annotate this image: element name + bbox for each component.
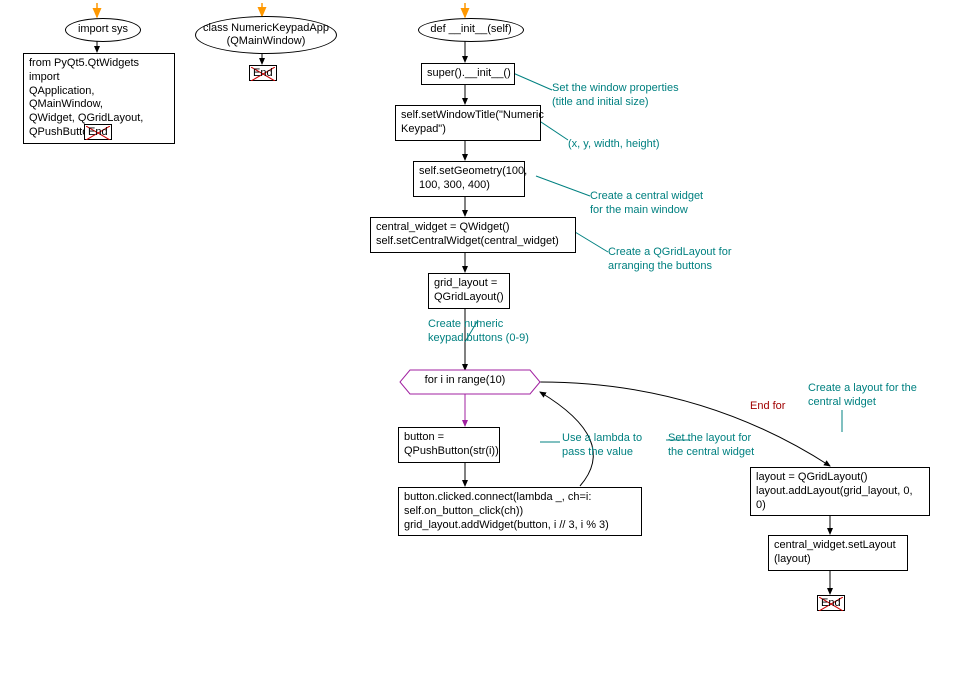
node-text: layout = QGridLayout() layout.addLayout(… (756, 471, 913, 511)
central-widget-node: central_widget = QWidget() self.setCentr… (370, 217, 576, 253)
end-label: End (88, 126, 108, 138)
node-text: self.setWindowTitle("Numeric Keypad") (401, 109, 544, 135)
node-text: super().__init__() (427, 67, 511, 79)
node-text: central_widget.setLayout (layout) (774, 539, 896, 565)
comment-text: Set the window properties (title and ini… (552, 82, 679, 108)
set-title-node: self.setWindowTitle("Numeric Keypad") (395, 105, 541, 141)
comment-text: (x, y, width, height) (568, 138, 660, 150)
comment-lambda: Use a lambda to pass the value (562, 432, 642, 460)
set-geometry-node: self.setGeometry(100, 100, 300, 400) (413, 161, 525, 197)
end-label: End (821, 597, 841, 609)
class-def-node: class NumericKeypadApp (QMainWindow) (195, 16, 337, 54)
def-init-node: def __init__(self) (418, 18, 524, 42)
comment-grid-layout: Create a QGridLayout for arranging the b… (608, 246, 732, 274)
end-for-label: End for (750, 400, 785, 412)
layout-node: layout = QGridLayout() layout.addLayout(… (750, 467, 930, 516)
comment-create-layout: Create a layout for the central widget (808, 382, 917, 410)
comment-text: Use a lambda to pass the value (562, 432, 642, 458)
node-text: self.setGeometry(100, 100, 300, 400) (419, 165, 527, 191)
comment-text: Create a layout for the central widget (808, 382, 917, 408)
set-layout-node: central_widget.setLayout (layout) (768, 535, 908, 571)
for-loop-node: for i in range(10) (400, 370, 530, 394)
button-create-node: button = QPushButton(str(i)) (398, 427, 500, 463)
comment-keypad-buttons: Create numeric keypad buttons (0-9) (428, 318, 529, 346)
comment-central-widget: Create a central widget for the main win… (590, 190, 703, 218)
end-node-1: End (84, 124, 112, 140)
node-text: central_widget = QWidget() self.setCentr… (376, 221, 559, 247)
node-text: grid_layout = QGridLayout() (434, 277, 504, 303)
node-text: button = QPushButton(str(i)) (404, 431, 499, 457)
comment-text: Set the layout for the central widget (668, 432, 754, 458)
end-label: End (253, 67, 273, 79)
comment-text: Create a central widget for the main win… (590, 190, 703, 216)
comment-text: Create a QGridLayout for arranging the b… (608, 246, 732, 272)
node-text: class NumericKeypadApp (QMainWindow) (203, 22, 329, 48)
end-node-2: End (249, 65, 277, 81)
import-sys-node: import sys (65, 18, 141, 42)
comment-text: Create numeric keypad buttons (0-9) (428, 318, 529, 344)
node-text: import sys (78, 23, 128, 36)
end-for-text: End for (750, 400, 785, 412)
grid-layout-node: grid_layout = QGridLayout() (428, 273, 510, 309)
comment-set-layout: Set the layout for the central widget (668, 432, 754, 460)
end-node-3: End (817, 595, 845, 611)
comment-window-props: Set the window properties (title and ini… (552, 82, 679, 110)
comment-geometry: (x, y, width, height) (568, 138, 660, 152)
super-init-node: super().__init__() (421, 63, 515, 85)
node-text: button.clicked.connect(lambda _, ch=i: s… (404, 491, 609, 531)
node-text: def __init__(self) (430, 23, 511, 36)
node-text: for i in range(10) (400, 370, 530, 386)
button-connect-node: button.clicked.connect(lambda _, ch=i: s… (398, 487, 642, 536)
